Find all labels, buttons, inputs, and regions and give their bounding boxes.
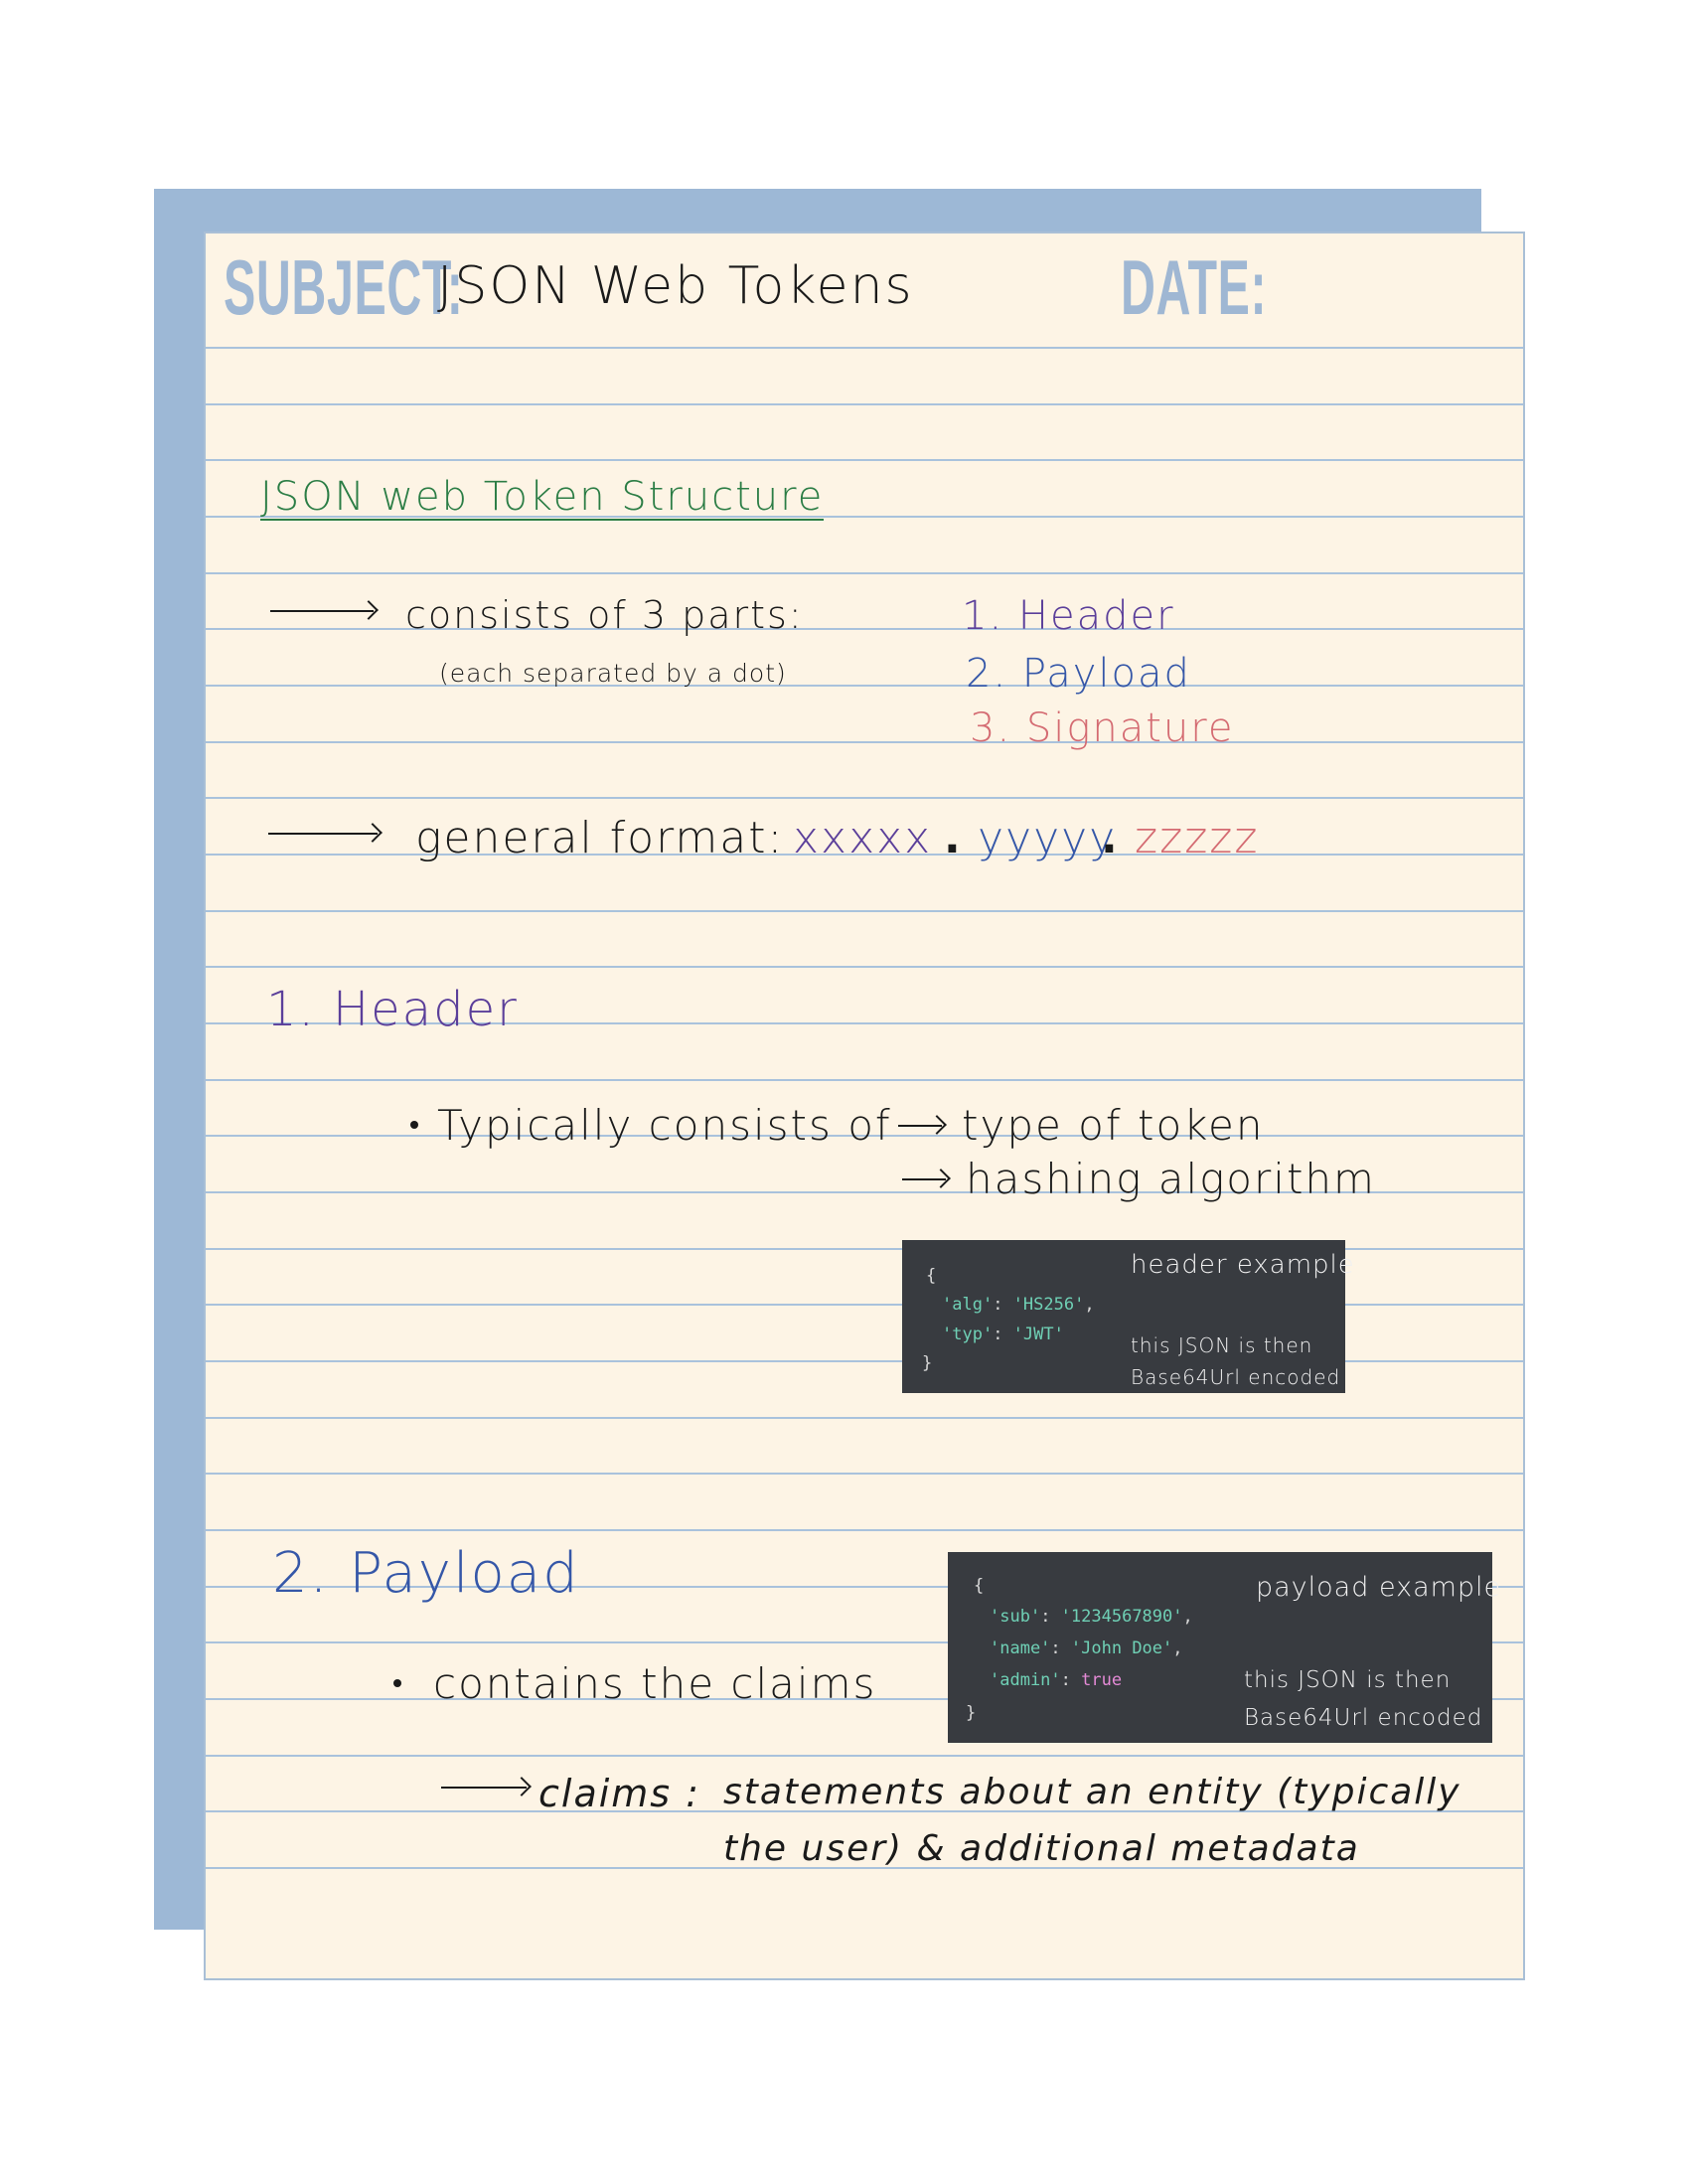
header-section-title: 1. Header [266,982,519,1037]
arrow-icon [268,833,378,835]
rule-line [206,1473,1523,1475]
header-bullet-text: Typically consists of [437,1101,892,1150]
code-line-name: 'name': 'John Doe', [990,1638,1183,1658]
code-line-admin: 'admin': true [990,1670,1123,1690]
payload-example-note-2: Base64Url encoded [1244,1705,1483,1731]
code-line-alg: 'alg': 'HS256', [942,1295,1095,1315]
rule-line [206,403,1523,405]
rule-line [206,459,1523,461]
rule-line [206,1755,1523,1757]
subject-label: SUBJECT: [224,243,464,331]
rule-line [206,347,1523,349]
bullet [393,1679,401,1687]
rule-line [206,572,1523,574]
rule-line [206,910,1523,912]
payload-bullet-text: contains the claims [433,1659,877,1708]
format-z: zzzzz [1135,813,1260,863]
payload-example-note-1: this JSON is then [1244,1667,1452,1693]
consists-text: consists of 3 parts: [405,593,804,637]
format-dot: . [1101,813,1120,863]
code-brace-open: { [974,1576,985,1596]
rule-line [206,1529,1523,1531]
code-brace-open: { [926,1266,937,1286]
format-y: yyyyy [978,813,1118,863]
date-label: DATE: [1121,243,1268,331]
format-dot: . [944,813,963,863]
code-brace-close: } [966,1703,977,1723]
header-item-type: type of token [962,1101,1265,1150]
header-example-note-1: this JSON is then [1131,1333,1313,1357]
rule-line [206,628,1523,630]
payload-section-title: 2. Payload [272,1541,580,1606]
rule-line [206,1079,1523,1081]
rule-line [206,966,1523,968]
section-title: JSON web Token Structure [260,474,825,521]
rule-line [206,741,1523,743]
arrow-icon [902,1178,946,1180]
bullet [410,1121,418,1129]
header-example-note-2: Base64Url encoded [1131,1365,1341,1389]
header-item-hashing: hashing algorithm [966,1155,1376,1203]
arrow-icon [898,1125,942,1127]
rule-line [206,685,1523,687]
rule-line [206,797,1523,799]
arrow-icon [270,610,374,612]
code-line-sub: 'sub': '1234567890', [990,1607,1193,1627]
claims-line-1: statements about an entity (typically [723,1772,1461,1812]
consists-note: (each separated by a dot) [439,659,787,688]
part-payload: 2. Payload [966,651,1191,697]
format-label: general format: [415,813,785,863]
rule-line [206,1417,1523,1419]
format-x: xxxxx [793,813,933,863]
part-header: 1. Header [962,593,1175,639]
header-example-title: header example [1131,1250,1355,1280]
claims-line-2: the user) & additional metadata [723,1828,1360,1869]
code-line-typ: 'typ': 'JWT' [942,1325,1064,1344]
claims-label: claims : [538,1772,700,1815]
part-signature: 3. Signature [970,705,1235,751]
code-brace-close: } [922,1353,933,1373]
arrow-icon [441,1787,527,1789]
payload-example-title: payload example [1256,1572,1502,1603]
subject-value: JSON Web Tokens [437,256,914,316]
